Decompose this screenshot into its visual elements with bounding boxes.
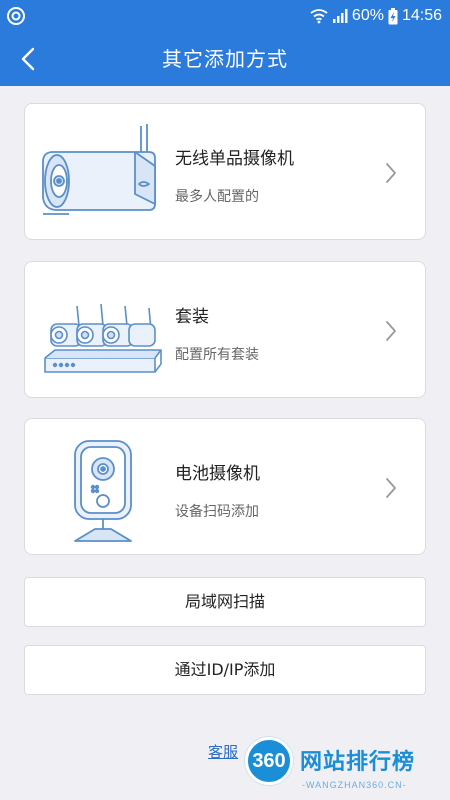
chevron-right-icon — [386, 478, 396, 498]
battery-percent: 60% — [351, 7, 384, 24]
option-subtitle: 设备扫码添加 — [175, 504, 259, 520]
wireless-camera-illustration — [42, 124, 156, 215]
add-by-id-ip-button[interactable]: 通过ID/IP添加 — [24, 645, 426, 695]
status-bar: 60% 14:56 — [0, 0, 450, 32]
page-title: 其它添加方式 — [162, 47, 288, 71]
option-subtitle: 最多人配置的 — [175, 189, 259, 205]
watermark-logo: 360 — [245, 737, 293, 785]
chevron-right-icon — [386, 163, 396, 183]
option-wireless-camera[interactable]: 无线单品摄像机 最多人配置的 — [24, 103, 426, 240]
lan-scan-button[interactable]: 局域网扫描 — [24, 577, 426, 627]
app-notification-icon — [7, 7, 25, 25]
watermark-text: 网站排行榜 — [300, 750, 416, 775]
nvr-kit-illustration — [44, 303, 162, 373]
wifi-icon — [310, 9, 328, 24]
signal-icon — [332, 9, 348, 23]
option-battery-camera[interactable]: 电池摄像机 设备扫码添加 — [24, 418, 426, 555]
option-title: 套装 — [175, 307, 209, 327]
option-subtitle: 配置所有套装 — [175, 347, 259, 363]
customer-service-link[interactable]: 客服 — [208, 741, 238, 762]
option-title: 电池摄像机 — [175, 464, 260, 484]
battery-charging-icon — [388, 7, 398, 24]
clock: 14:56 — [401, 7, 442, 24]
watermark-url: -WANGZHAN360.CN- — [302, 780, 407, 790]
option-title: 无线单品摄像机 — [175, 149, 294, 169]
chevron-right-icon — [386, 321, 396, 341]
battery-camera-illustration — [74, 440, 132, 542]
title-bar: 其它添加方式 — [0, 32, 450, 86]
option-kit[interactable]: 套装 配置所有套装 — [24, 261, 426, 398]
